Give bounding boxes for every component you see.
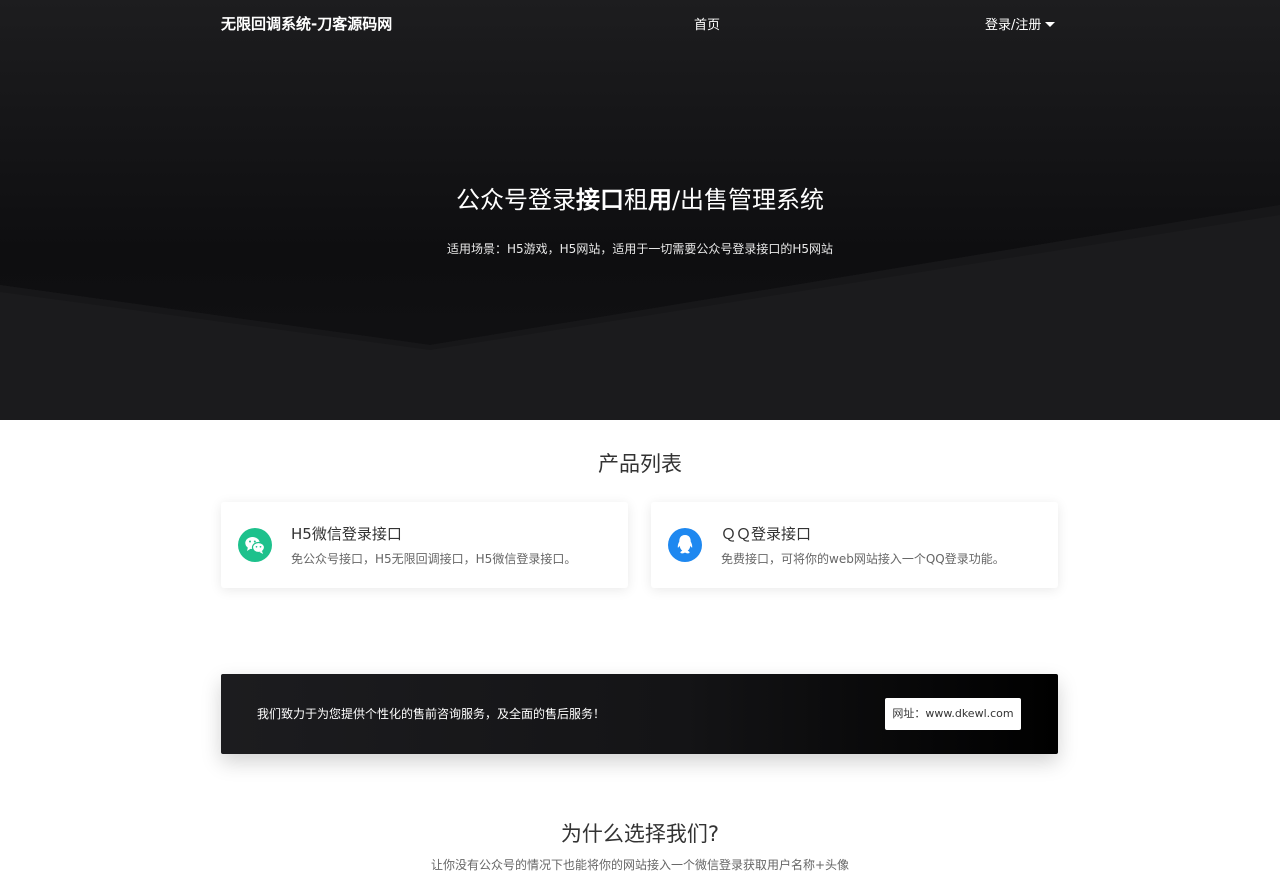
hero-title-part-1: 公众号登录 <box>455 186 576 214</box>
wechat-icon <box>238 528 272 562</box>
hero-title-part-5: /出售管理系统 <box>671 186 825 214</box>
product-card-description: 免费接口，可将你的web网站接入一个QQ登录功能。 <box>721 552 1005 566</box>
top-navbar: 无限回调系统-刀客源码网 首页 登录/注册 <box>0 0 1280 44</box>
hero-title: 公众号登录接口租用/出售管理系统 <box>0 180 1280 215</box>
site-brand[interactable]: 无限回调系统-刀客源码网 <box>221 13 392 34</box>
hero-subtitle: 适用场景：H5游戏，H5网站，适用于一切需要公众号登录接口的H5网站 <box>447 242 833 256</box>
product-card-title: H5微信登录接口 <box>291 525 402 543</box>
caret-down-icon <box>1045 21 1056 27</box>
hero-title-part-2: 接口 <box>575 186 624 214</box>
login-register-label: 登录/注册 <box>985 18 1042 33</box>
qq-icon <box>668 528 702 562</box>
product-card-description: 免公众号接口，H5无限回调接口，H5微信登录接口。 <box>291 552 577 566</box>
products-section-title: 产品列表 <box>598 452 682 476</box>
hero-title-part-3: 租 <box>623 186 648 214</box>
product-card-wechat-login[interactable]: H5微信登录接口 免公众号接口，H5无限回调接口，H5微信登录接口。 <box>221 502 628 588</box>
nav-home-link[interactable]: 首页 <box>694 14 720 33</box>
service-banner-text: 我们致力于为您提供个性化的售前咨询服务，及全面的售后服务！ <box>257 707 606 721</box>
hero-title-part-4: 用 <box>647 186 672 214</box>
product-card-title: ＱＱ登录接口 <box>721 525 812 543</box>
why-choose-us-title: 为什么选择我们? <box>560 822 720 846</box>
service-banner: 我们致力于为您提供个性化的售前咨询服务，及全面的售后服务！ 网址：www.dke… <box>221 674 1058 754</box>
why-choose-us-subtitle: 让你没有公众号的情况下也能将你的网站接入一个微信登录获取用户名称+头像 <box>430 858 850 872</box>
login-register-dropdown[interactable]: 登录/注册 <box>985 14 1056 33</box>
website-url-button[interactable]: 网址：www.dkewl.com <box>885 698 1021 730</box>
product-card-qq-login[interactable]: ＱＱ登录接口 免费接口，可将你的web网站接入一个QQ登录功能。 <box>651 502 1058 588</box>
